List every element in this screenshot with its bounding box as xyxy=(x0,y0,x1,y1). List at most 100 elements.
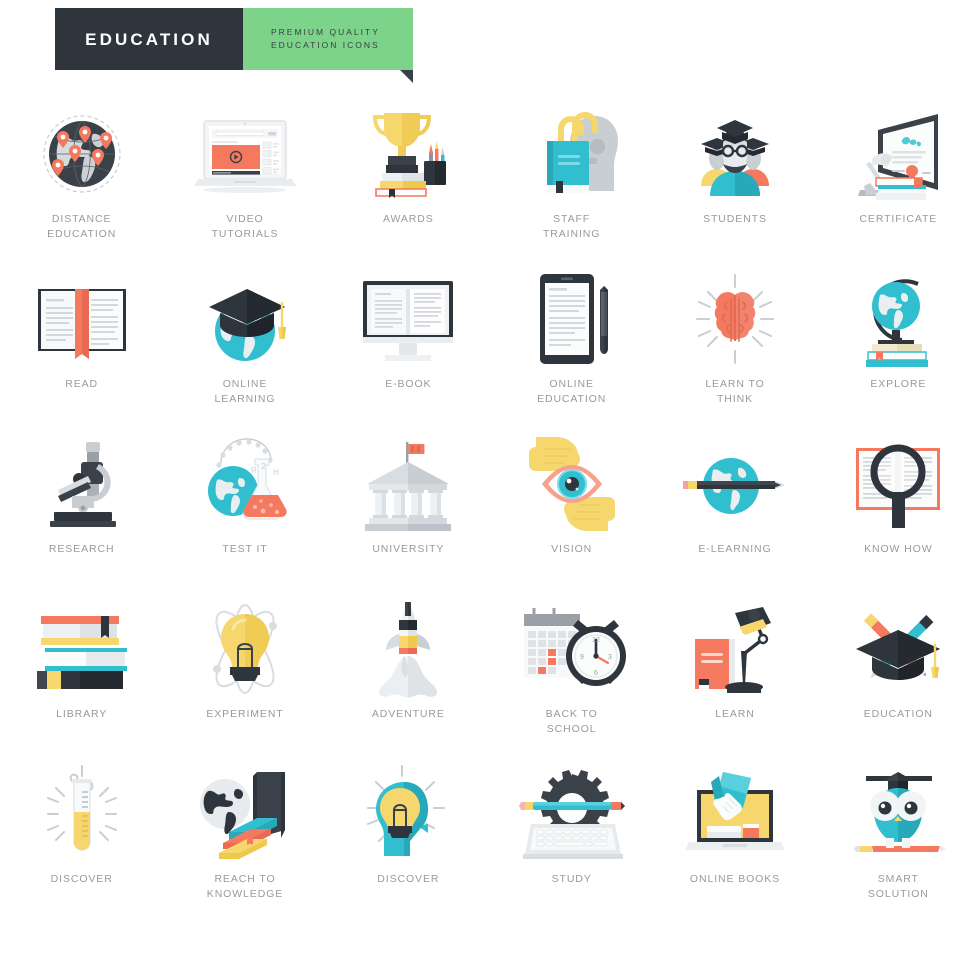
icon-cell-know-how[interactable]: KNOW HOW xyxy=(817,430,980,595)
icon-cell-online-learning[interactable]: ONLINE LEARNING xyxy=(163,265,326,430)
icon-cell-explore[interactable]: EXPLORE xyxy=(817,265,980,430)
icon-label: AWARDS xyxy=(382,213,434,225)
icon-cell-learn-to-think[interactable]: LEARN TO THINK xyxy=(653,265,816,430)
icon-cell-experiment[interactable]: EXPERIMENT xyxy=(163,595,326,760)
icon-cell-students[interactable]: STUDENTS xyxy=(653,100,816,265)
test-it-icon: R2H xyxy=(185,430,305,538)
icon-label: ONLINE BOOKS xyxy=(689,873,781,885)
icon-label: VIDEO TUTORIALS xyxy=(211,213,279,240)
icon-label: REACH TO KNOWLEDGE xyxy=(206,873,284,900)
study-icon xyxy=(512,760,632,868)
know-how-icon xyxy=(838,430,958,538)
adventure-icon xyxy=(348,595,468,703)
svg-text:3: 3 xyxy=(608,654,612,661)
distance-education-icon xyxy=(22,100,142,208)
icon-cell-e-learning[interactable]: E-LEARNING xyxy=(653,430,816,595)
icon-label: STUDENTS xyxy=(703,213,767,225)
icon-cell-video-tutorials[interactable]: VIDEO TUTORIALS xyxy=(163,100,326,265)
university-icon xyxy=(348,430,468,538)
online-education-icon xyxy=(512,265,632,373)
icon-label: E-LEARNING xyxy=(698,543,772,555)
icon-label: LIBRARY xyxy=(56,708,108,720)
icon-cell-study[interactable]: STUDY xyxy=(490,760,653,925)
back-to-school-icon: 12 3 6 9 xyxy=(512,595,632,703)
brand-panel: EDUCATION xyxy=(55,8,243,70)
icon-cell-read[interactable]: READ xyxy=(0,265,163,430)
learn-icon xyxy=(675,595,795,703)
icon-label: EDUCATION xyxy=(863,708,933,720)
students-icon xyxy=(675,100,795,208)
tagline-line-2: EDUCATION ICONS xyxy=(271,40,380,50)
discover-testtube-icon xyxy=(22,760,142,868)
icon-cell-research[interactable]: RESEARCH xyxy=(0,430,163,595)
e-learning-icon xyxy=(675,430,795,538)
icon-cell-online-education[interactable]: ONLINE EDUCATION xyxy=(490,265,653,430)
explore-icon xyxy=(838,265,958,373)
read-icon xyxy=(22,265,142,373)
icon-label: STUDY xyxy=(551,873,592,885)
smart-solution-icon xyxy=(838,760,958,868)
icon-cell-staff-training[interactable]: STAFF TRAINING xyxy=(490,100,653,265)
icon-label: STAFF TRAINING xyxy=(542,213,601,240)
research-icon xyxy=(22,430,142,538)
icon-cell-online-books[interactable]: ONLINE BOOKS xyxy=(653,760,816,925)
icon-label: ONLINE EDUCATION xyxy=(537,378,607,405)
icon-cell-distance-education[interactable]: DISTANCE EDUCATION xyxy=(0,100,163,265)
ribbon-fold xyxy=(400,70,413,83)
icon-label: DISCOVER xyxy=(50,873,113,885)
tagline-line-1: PREMIUM QUALITY xyxy=(271,26,380,37)
icon-label: EXPLORE xyxy=(870,378,927,390)
icon-label: DISCOVER xyxy=(377,873,440,885)
icon-cell-e-book[interactable]: E-BOOK xyxy=(327,265,490,430)
vision-icon xyxy=(512,430,632,538)
online-books-icon xyxy=(675,760,795,868)
icon-label: UNIVERSITY xyxy=(372,543,445,555)
icon-cell-vision[interactable]: VISION xyxy=(490,430,653,595)
video-tutorials-icon xyxy=(185,100,305,208)
svg-text:R: R xyxy=(251,466,257,475)
brand-title: EDUCATION xyxy=(85,29,213,49)
icon-label: DISTANCE EDUCATION xyxy=(47,213,117,240)
icon-label: SMART SOLUTION xyxy=(867,873,929,900)
icon-label: KNOW HOW xyxy=(864,543,933,555)
icon-cell-smart-solution[interactable]: SMART SOLUTION xyxy=(817,760,980,925)
icon-label: EXPERIMENT xyxy=(206,708,284,720)
icon-cell-library[interactable]: LIBRARY xyxy=(0,595,163,760)
icon-cell-education[interactable]: EDUCATION xyxy=(817,595,980,760)
svg-text:2: 2 xyxy=(261,462,266,471)
icon-cell-test-it[interactable]: R2H TEST IT xyxy=(163,430,326,595)
icon-cell-reach-to-knowledge[interactable]: REACH TO KNOWLEDGE xyxy=(163,760,326,925)
icon-label: BACK TO SCHOOL xyxy=(545,708,598,735)
icon-cell-adventure[interactable]: ADVENTURE xyxy=(327,595,490,760)
learn-to-think-icon xyxy=(675,265,795,373)
icon-cell-learn[interactable]: LEARN xyxy=(653,595,816,760)
icon-label: VISION xyxy=(551,543,593,555)
reach-to-knowledge-icon xyxy=(185,760,305,868)
tagline-panel: PREMIUM QUALITY EDUCATION ICONS xyxy=(243,8,413,83)
icon-cell-discover-testtube[interactable]: DISCOVER xyxy=(0,760,163,925)
icon-grid: DISTANCE EDUCATION VIDEO TUTORIALS AWARD… xyxy=(0,100,980,925)
awards-icon xyxy=(348,100,468,208)
icon-label: E-BOOK xyxy=(385,378,432,390)
icon-label: CERTIFICATE xyxy=(859,213,938,225)
icon-label: LEARN TO THINK xyxy=(705,378,765,405)
library-icon xyxy=(22,595,142,703)
online-learning-icon xyxy=(185,265,305,373)
e-book-icon xyxy=(348,265,468,373)
icon-cell-awards[interactable]: AWARDS xyxy=(327,100,490,265)
icon-cell-certificate[interactable]: CERTIFICATE xyxy=(817,100,980,265)
svg-text:9: 9 xyxy=(580,654,584,661)
icon-label: READ xyxy=(65,378,99,390)
svg-text:H: H xyxy=(273,468,279,477)
discover-head-icon xyxy=(348,760,468,868)
staff-training-icon xyxy=(512,100,632,208)
icon-cell-university[interactable]: UNIVERSITY xyxy=(327,430,490,595)
experiment-icon xyxy=(185,595,305,703)
icon-label: ONLINE LEARNING xyxy=(214,378,276,405)
icon-label: LEARN xyxy=(715,708,755,720)
icon-cell-back-to-school[interactable]: 12 3 6 9 BACK TO SCHOOL xyxy=(490,595,653,760)
education-icon xyxy=(838,595,958,703)
icon-label: ADVENTURE xyxy=(371,708,445,720)
icon-cell-discover-head[interactable]: DISCOVER xyxy=(327,760,490,925)
svg-text:12: 12 xyxy=(592,637,600,644)
